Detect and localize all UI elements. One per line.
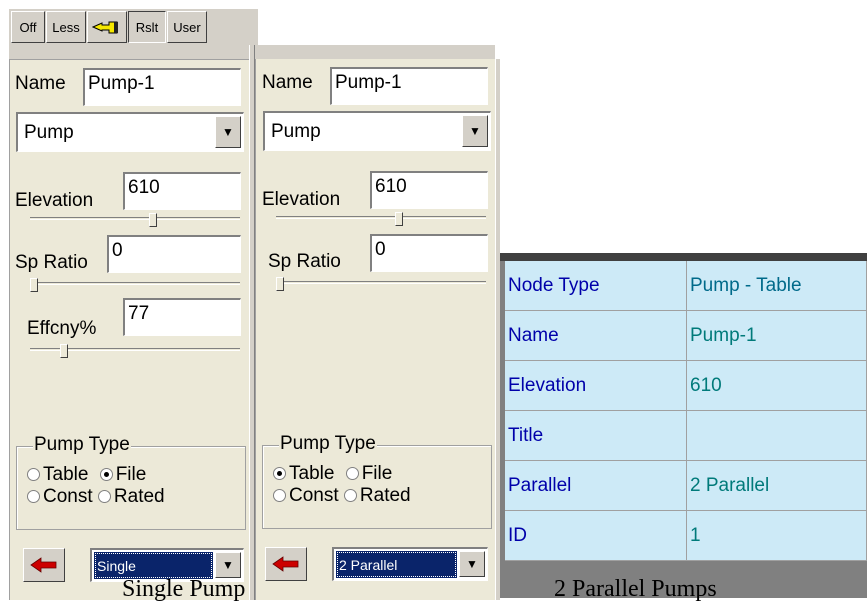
slider-thumb[interactable] bbox=[30, 278, 38, 292]
radio-row-2: Const Rated bbox=[273, 486, 411, 505]
table-row: Node Type Pump - Table bbox=[505, 261, 867, 311]
radio-row-2: Const Rated bbox=[27, 487, 165, 506]
off-button[interactable]: Off bbox=[11, 11, 45, 43]
const-radio-label: Const bbox=[43, 486, 93, 507]
slider-thumb[interactable] bbox=[60, 344, 68, 358]
const-radio[interactable] bbox=[27, 490, 40, 504]
node-type-value: Pump bbox=[24, 121, 74, 143]
name-field[interactable]: Pump-1 bbox=[83, 68, 241, 106]
table-radio-label: Table bbox=[43, 464, 89, 485]
radio-row-1: Table File bbox=[273, 464, 392, 483]
property-grid: Node Type Pump - Table Name Pump-1 Eleva… bbox=[505, 261, 867, 561]
table-radio[interactable] bbox=[273, 467, 286, 481]
slider-track bbox=[30, 282, 240, 285]
property-value[interactable] bbox=[687, 411, 867, 461]
caption-single-pump: Single Pump bbox=[122, 576, 246, 602]
file-radio[interactable] bbox=[99, 468, 113, 482]
elevation-slider[interactable] bbox=[276, 212, 486, 226]
efficiency-slider[interactable] bbox=[30, 344, 240, 358]
less-button[interactable]: Less bbox=[46, 11, 86, 43]
chevron-down-icon[interactable]: ▼ bbox=[462, 115, 488, 147]
red-left-arrow-icon bbox=[272, 556, 299, 572]
table-row: Title bbox=[505, 411, 867, 461]
node-type-value: Pump bbox=[271, 120, 321, 142]
const-radio[interactable] bbox=[273, 489, 286, 503]
rslt-button[interactable]: Rslt bbox=[128, 11, 166, 43]
pump-type-group: Pump Type Table File Const Rated bbox=[262, 434, 492, 529]
property-value[interactable]: Pump - Table bbox=[687, 261, 867, 311]
elevation-slider[interactable] bbox=[30, 213, 240, 227]
mode-select-value: 2 Parallel bbox=[336, 551, 457, 578]
property-key[interactable]: Node Type bbox=[505, 261, 687, 311]
pump-properties-panel-single: Name Pump-1 Pump ▼ Elevation 610 Sp Rati… bbox=[9, 59, 249, 600]
slider-thumb[interactable] bbox=[395, 212, 403, 226]
table-radio[interactable] bbox=[27, 468, 40, 482]
file-radio-label: File bbox=[115, 464, 147, 485]
elevation-field[interactable]: 610 bbox=[370, 171, 488, 209]
chevron-down-icon[interactable]: ▼ bbox=[459, 551, 485, 577]
pump-properties-panel-parallel: Name Pump-1 Pump ▼ Elevation 610 Sp Rati… bbox=[255, 59, 495, 600]
efficiency-label: Effcny% bbox=[27, 318, 97, 339]
slider-track bbox=[30, 217, 240, 220]
rated-radio-label: Rated bbox=[359, 485, 411, 506]
property-value[interactable]: 1 bbox=[687, 511, 867, 561]
elevation-label: Elevation bbox=[262, 189, 341, 210]
property-key[interactable]: ID bbox=[505, 511, 687, 561]
name-label: Name bbox=[262, 72, 313, 93]
sp-ratio-field[interactable]: 0 bbox=[107, 235, 241, 273]
elevation-field[interactable]: 610 bbox=[123, 172, 241, 210]
property-key[interactable]: Elevation bbox=[505, 361, 687, 411]
slider-track bbox=[276, 216, 486, 219]
table-row: Parallel 2 Parallel bbox=[505, 461, 867, 511]
pump-type-title: Pump Type bbox=[279, 433, 377, 454]
mode-select[interactable]: 2 Parallel ▼ bbox=[332, 547, 488, 581]
property-value[interactable]: 2 Parallel bbox=[687, 461, 867, 511]
sp-ratio-field[interactable]: 0 bbox=[370, 234, 488, 272]
back-button[interactable] bbox=[265, 547, 307, 581]
rated-radio[interactable] bbox=[343, 489, 357, 503]
sp-ratio-slider[interactable] bbox=[30, 278, 240, 292]
pointing-hand-icon bbox=[92, 21, 118, 34]
elevation-label: Elevation bbox=[15, 190, 94, 211]
name-label: Name bbox=[15, 73, 66, 94]
file-radio[interactable] bbox=[345, 467, 359, 481]
property-key[interactable]: Name bbox=[505, 311, 687, 361]
table-row: Name Pump-1 bbox=[505, 311, 867, 361]
user-button[interactable]: User bbox=[167, 11, 207, 43]
slider-thumb[interactable] bbox=[276, 277, 284, 291]
mode-select-value: Single bbox=[94, 552, 213, 579]
slider-track bbox=[276, 281, 486, 284]
rated-radio-label: Rated bbox=[113, 486, 165, 507]
property-value[interactable]: 610 bbox=[687, 361, 867, 411]
back-button[interactable] bbox=[23, 548, 65, 582]
table-row: Elevation 610 bbox=[505, 361, 867, 411]
sp-ratio-label: Sp Ratio bbox=[268, 251, 341, 272]
property-key[interactable]: Title bbox=[505, 411, 687, 461]
rated-radio[interactable] bbox=[97, 490, 111, 504]
property-grid-header-line bbox=[500, 253, 867, 261]
table-radio-label: Table bbox=[289, 463, 335, 484]
sp-ratio-label: Sp Ratio bbox=[15, 252, 88, 273]
radio-row-1: Table File bbox=[27, 465, 146, 484]
toolbar: Off Less Rslt User bbox=[9, 9, 258, 45]
table-row: ID 1 bbox=[505, 511, 867, 561]
node-type-dropdown[interactable]: Pump ▼ bbox=[16, 112, 244, 152]
property-value[interactable]: Pump-1 bbox=[687, 311, 867, 361]
name-field[interactable]: Pump-1 bbox=[330, 67, 488, 105]
pump-type-title: Pump Type bbox=[33, 434, 131, 455]
red-left-arrow-icon bbox=[30, 557, 57, 573]
const-radio-label: Const bbox=[289, 485, 339, 506]
pump-type-group: Pump Type Table File Const Rated bbox=[16, 435, 246, 530]
property-key[interactable]: Parallel bbox=[505, 461, 687, 511]
sp-ratio-slider[interactable] bbox=[276, 277, 486, 291]
chevron-down-icon[interactable]: ▼ bbox=[215, 116, 241, 148]
efficiency-field[interactable]: 77 bbox=[123, 298, 241, 336]
pointer-button[interactable] bbox=[87, 11, 127, 43]
slider-thumb[interactable] bbox=[149, 213, 157, 227]
file-radio-label: File bbox=[361, 463, 393, 484]
caption-parallel-pumps: 2 Parallel Pumps bbox=[554, 576, 717, 602]
node-type-dropdown[interactable]: Pump ▼ bbox=[263, 111, 491, 151]
chevron-down-icon[interactable]: ▼ bbox=[215, 552, 241, 578]
